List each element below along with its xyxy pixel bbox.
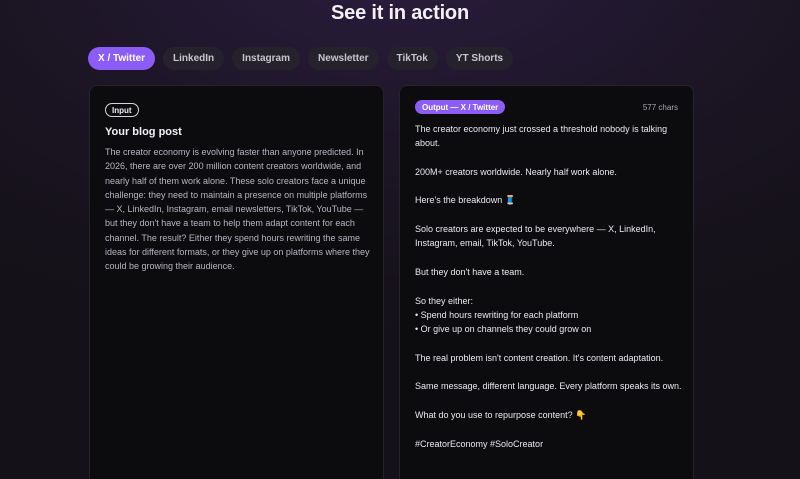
- thread-emoji-icon: 🧵: [504, 195, 517, 206]
- output-paragraph: So they either: • Spend hours rewriting f…: [415, 294, 683, 337]
- output-line: • Spend hours rewriting for each platfor…: [415, 309, 579, 320]
- output-paragraph: #CreatorEconomy #SoloCreator: [415, 437, 683, 451]
- platform-tabs: X / Twitter LinkedIn Instagram Newslette…: [88, 47, 514, 70]
- char-count: 577 chars: [642, 103, 678, 112]
- output-paragraph: Here's the breakdown 🧵: [415, 193, 683, 207]
- output-paragraph: 200M+ creators worldwide. Nearly half wo…: [415, 165, 683, 179]
- output-badge: Output — X / Twitter: [415, 100, 506, 114]
- output-line: #CreatorEconomy #SoloCreator: [415, 438, 544, 449]
- tab-yt-shorts[interactable]: YT Shorts: [445, 47, 514, 70]
- tab-newsletter[interactable]: Newsletter: [307, 47, 379, 70]
- output-line: Here's the breakdown 🧵: [415, 195, 517, 206]
- output-line: • Or give up on channels they could grow…: [415, 324, 592, 335]
- output-paragraph: Same message, different language. Every …: [415, 379, 683, 393]
- output-line: But they don't have a team.: [415, 266, 525, 277]
- tab-instagram[interactable]: Instagram: [232, 47, 300, 70]
- output-text: The creator economy just crossed a thres…: [415, 122, 683, 465]
- output-line: 200M+ creators worldwide. Nearly half wo…: [415, 166, 617, 177]
- blog-post-text: The creator economy is evolving faster t…: [105, 147, 370, 272]
- output-card: Output — X / Twitter 577 chars The creat…: [399, 85, 694, 479]
- output-line: So they either:: [415, 295, 474, 306]
- output-paragraph: The real problem isn't content creation.…: [415, 351, 683, 365]
- section-heading: See it in action: [331, 2, 469, 24]
- output-line: Same message, different language. Every …: [415, 381, 682, 392]
- input-card: Input Your blog post The creator economy…: [89, 85, 384, 479]
- tab-x-twitter[interactable]: X / Twitter: [88, 47, 156, 70]
- output-paragraph: Solo creators are expected to be everywh…: [415, 222, 683, 251]
- input-badge: Input: [105, 103, 139, 117]
- demo-section: See it in action X / Twitter LinkedIn In…: [0, 0, 800, 479]
- output-line: The real problem isn't content creation.…: [415, 352, 664, 363]
- input-card-title: Your blog post: [105, 126, 182, 138]
- output-paragraph: The creator economy just crossed a thres…: [415, 122, 683, 151]
- output-line: Solo creators are expected to be everywh…: [415, 224, 656, 249]
- output-paragraph: What do you use to repurpose content? 👇: [415, 408, 683, 422]
- output-line: The creator economy just crossed a thres…: [415, 124, 668, 149]
- tab-tiktok[interactable]: TikTok: [386, 47, 438, 70]
- output-paragraph: But they don't have a team.: [415, 265, 683, 279]
- tab-linkedin[interactable]: LinkedIn: [163, 47, 225, 70]
- point-down-emoji-icon: 👇: [575, 409, 587, 420]
- output-line: What do you use to repurpose content? 👇: [415, 409, 587, 420]
